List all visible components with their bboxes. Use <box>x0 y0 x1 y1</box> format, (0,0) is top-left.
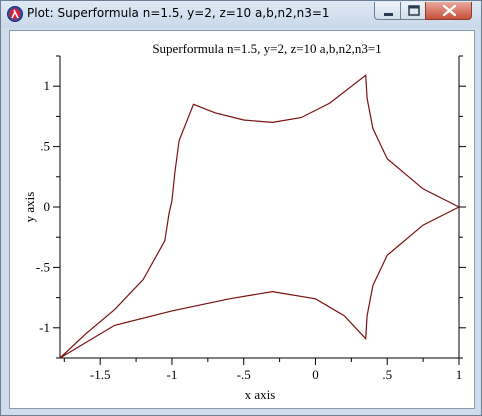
close-icon <box>442 4 457 17</box>
y-axis-label: y axis <box>22 192 37 223</box>
minimize-icon <box>384 13 393 16</box>
maximize-button[interactable] <box>400 2 426 20</box>
x-tick-label: -1 <box>167 367 178 382</box>
plot-window: Plot: Superformula n=1.5, y=2, z=10 a,b,… <box>0 0 482 416</box>
superformula-chart: -1.5 -1 -.5 0 .5 1 1 .5 0 -.5 -1 Superformula n=1.… <box>11 32 473 407</box>
window-title: Plot: Superformula n=1.5, y=2, z=10 a,b,… <box>27 6 330 20</box>
minimize-button[interactable] <box>374 2 401 20</box>
y-tick-label: -1 <box>39 320 50 335</box>
x-tick-label: -1.5 <box>90 367 111 382</box>
plot-area: -1.5 -1 -.5 0 .5 1 1 .5 0 -.5 -1 Superformula n=1.… <box>9 30 475 409</box>
x-tick-label: -.5 <box>237 367 251 382</box>
lambda-icon[interactable] <box>7 6 23 22</box>
x-axis-label: x axis <box>245 387 276 402</box>
y-tick-label: 1 <box>44 78 51 93</box>
x-tick-label: .5 <box>382 367 392 382</box>
y-tick-label: .5 <box>40 139 50 154</box>
y-tick-label: 0 <box>44 199 51 214</box>
chart-title: Superformula n=1.5, y=2, z=10 a,b,n2,n3=… <box>152 41 381 56</box>
maximize-icon <box>408 5 420 16</box>
x-tick-label: 1 <box>456 367 463 382</box>
plot-background <box>11 32 473 407</box>
x-tick-label: 0 <box>312 367 319 382</box>
title-bar[interactable]: Plot: Superformula n=1.5, y=2, z=10 a,b,… <box>1 1 481 28</box>
close-button[interactable] <box>425 2 472 20</box>
y-tick-label: -.5 <box>36 259 50 274</box>
